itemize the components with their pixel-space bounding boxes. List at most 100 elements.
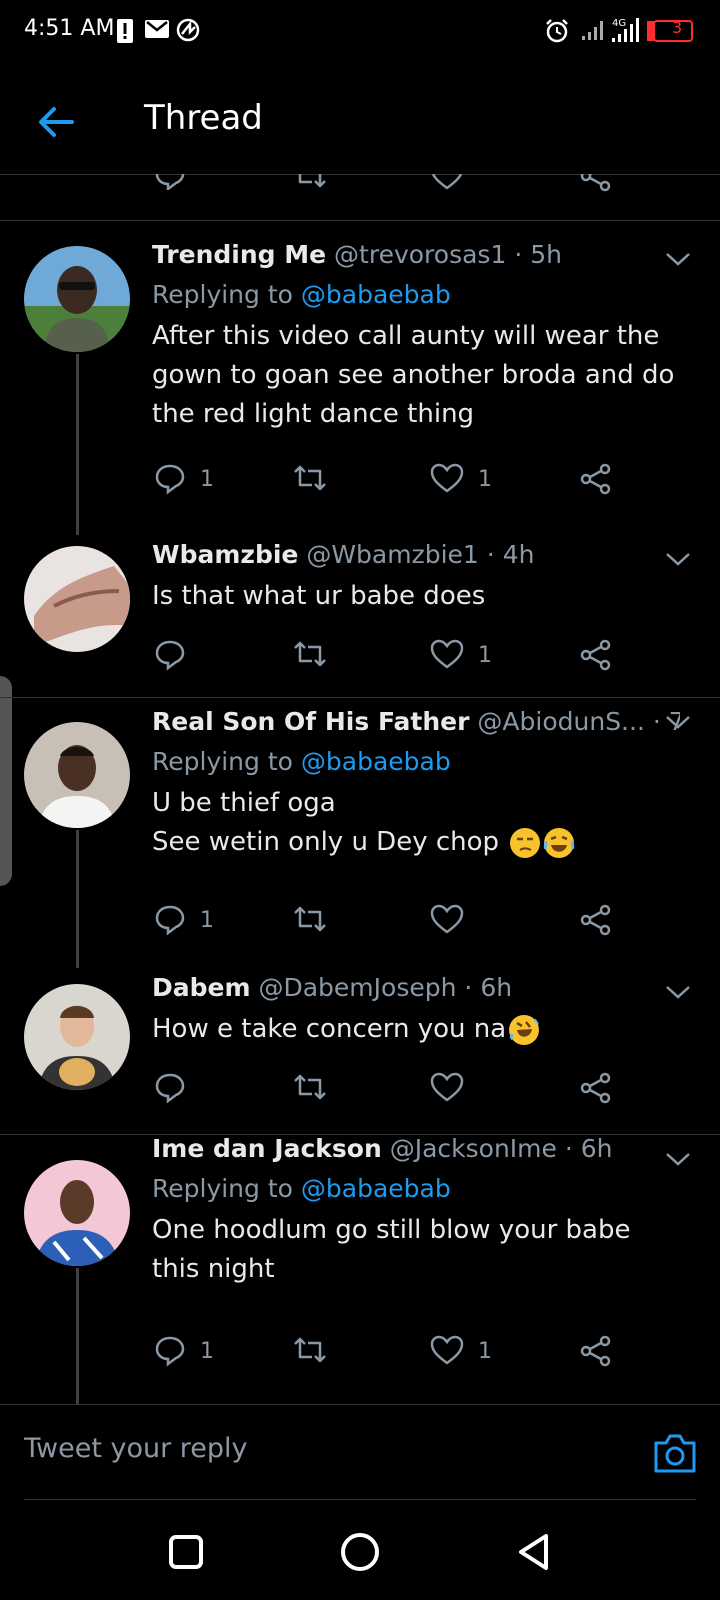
- mention-link[interactable]: @babaebab: [301, 1174, 451, 1203]
- thread-line: [76, 1268, 79, 1404]
- tweet-header: Ime dan Jackson @JacksonIme · 6h: [152, 1131, 680, 1167]
- dot-separator: ·: [464, 973, 473, 1002]
- back-triangle-icon[interactable]: [512, 1530, 556, 1574]
- camera-icon[interactable]: [652, 1431, 698, 1475]
- dot-separator: ·: [652, 707, 661, 736]
- like-button[interactable]: 1: [430, 459, 492, 499]
- reply-button[interactable]: [154, 635, 186, 675]
- share-icon: [580, 904, 611, 936]
- share-button[interactable]: [580, 1068, 612, 1108]
- author-name[interactable]: Real Son Of His Father: [152, 707, 469, 736]
- battery-icon: [647, 20, 693, 42]
- author-handle[interactable]: @Wbamzbie1: [306, 540, 479, 569]
- chevron-down-icon[interactable]: [664, 982, 692, 1002]
- avatar[interactable]: [24, 722, 130, 828]
- reply-count: 1: [200, 907, 214, 933]
- author-name[interactable]: Dabem: [152, 973, 251, 1002]
- author-name[interactable]: Trending Me: [152, 240, 326, 269]
- reply-composer[interactable]: Tweet your reply: [0, 1404, 720, 1501]
- unamused-face-emoji-icon: [510, 827, 541, 858]
- like-count: 1: [478, 1338, 492, 1364]
- chevron-down-icon[interactable]: [664, 712, 692, 732]
- home-icon[interactable]: [338, 1530, 382, 1574]
- share-icon: [580, 1335, 611, 1367]
- dot-separator: ·: [514, 240, 523, 269]
- like-icon: [430, 1072, 464, 1102]
- retweet-icon: [294, 906, 326, 932]
- retweet-button[interactable]: [292, 459, 328, 499]
- avatar[interactable]: [24, 246, 130, 352]
- retweet-button[interactable]: [292, 900, 328, 940]
- tweet-time: 4h: [502, 540, 535, 569]
- retweet-icon: [294, 1337, 326, 1363]
- share-button[interactable]: [580, 635, 612, 675]
- reply-button[interactable]: 1: [154, 1331, 214, 1371]
- share-button[interactable]: [580, 1331, 612, 1371]
- tweet-actions: 1 1: [152, 1331, 632, 1371]
- share-icon[interactable]: [580, 174, 612, 192]
- retweet-icon: [294, 1074, 326, 1100]
- alarm-icon: [546, 19, 568, 43]
- mention-link[interactable]: @babaebab: [301, 280, 451, 309]
- tweet[interactable]: Real Son Of His Father @AbiodunS... · 7h…: [0, 698, 720, 968]
- alert-icon: [117, 19, 133, 43]
- tweet-header: Wbamzbie @Wbamzbie1 · 4h: [152, 537, 680, 573]
- avatar[interactable]: [24, 546, 130, 652]
- like-button[interactable]: [430, 1068, 464, 1108]
- author-handle[interactable]: @trevorosas1: [334, 240, 506, 269]
- retweet-button[interactable]: [292, 1331, 328, 1371]
- like-icon: [430, 463, 464, 493]
- tweet[interactable]: Ime dan Jackson @JacksonIme · 6h Replyin…: [0, 1134, 720, 1404]
- reply-button[interactable]: 1: [154, 459, 214, 499]
- tweet[interactable]: Trending Me @trevorosas1 · 5h Replying t…: [0, 221, 720, 535]
- author-handle[interactable]: @AbiodunS...: [477, 707, 644, 736]
- retweet-icon[interactable]: [292, 174, 328, 190]
- like-icon[interactable]: [430, 174, 464, 190]
- reply-input[interactable]: Tweet your reply: [24, 1433, 248, 1464]
- tweet[interactable]: Dabem @DabemJoseph · 6h How e take conce…: [0, 968, 720, 1135]
- retweet-button[interactable]: [292, 635, 328, 675]
- reply-icon: [155, 1336, 185, 1367]
- replying-label: Replying to: [152, 280, 293, 309]
- recent-apps-icon[interactable]: [164, 1530, 208, 1574]
- tweet-text: After this video call aunty will wear th…: [152, 321, 675, 429]
- back-arrow-icon[interactable]: [34, 100, 78, 144]
- status-time: 4:51 AM: [24, 16, 115, 41]
- like-button[interactable]: [430, 900, 464, 940]
- author-handle[interactable]: @DabemJoseph: [258, 973, 456, 1002]
- tweet-text-line-with-emoji: See wetin only u Dey chop: [152, 823, 680, 862]
- page-title: Thread: [144, 98, 263, 138]
- share-button[interactable]: [580, 900, 612, 940]
- system-nav-bar: [0, 1500, 720, 1600]
- author-name[interactable]: Wbamzbie: [152, 540, 298, 569]
- chevron-down-icon[interactable]: [664, 549, 692, 569]
- share-icon: [580, 1072, 611, 1104]
- tweet[interactable]: Wbamzbie @Wbamzbie1 · 4h Is that what ur…: [0, 535, 720, 698]
- reply-button[interactable]: 1: [154, 900, 214, 940]
- avatar[interactable]: [24, 984, 130, 1090]
- signal-4g-icon: 4G: [612, 18, 639, 42]
- author-handle[interactable]: @JacksonIme: [390, 1134, 557, 1163]
- reply-icon: [155, 905, 185, 936]
- thread-line: [76, 354, 79, 535]
- like-button[interactable]: 1: [430, 635, 492, 675]
- reply-icon[interactable]: [154, 174, 186, 190]
- tweet-text: Is that what ur babe does: [152, 581, 486, 611]
- tweet-header: Dabem @DabemJoseph · 6h: [152, 970, 680, 1006]
- avatar[interactable]: [24, 1160, 130, 1266]
- like-button[interactable]: 1: [430, 1331, 492, 1371]
- reply-count: 1: [200, 1338, 214, 1364]
- svg-text:4G: 4G: [612, 18, 626, 29]
- share-button[interactable]: [580, 459, 612, 499]
- mention-link[interactable]: @babaebab: [301, 747, 451, 776]
- previous-tweet-actions: [0, 174, 720, 221]
- like-icon: [430, 639, 464, 669]
- retweet-button[interactable]: [292, 1068, 328, 1108]
- reply-button[interactable]: [154, 1068, 186, 1108]
- chevron-down-icon[interactable]: [664, 1149, 692, 1169]
- top-bar: Thread: [0, 64, 720, 175]
- tweet-text-with-emoji: How e take concern you na: [152, 1010, 680, 1049]
- tears-of-joy-emoji-icon: [543, 827, 575, 858]
- author-name[interactable]: Ime dan Jackson: [152, 1134, 382, 1163]
- chevron-down-icon[interactable]: [664, 249, 692, 269]
